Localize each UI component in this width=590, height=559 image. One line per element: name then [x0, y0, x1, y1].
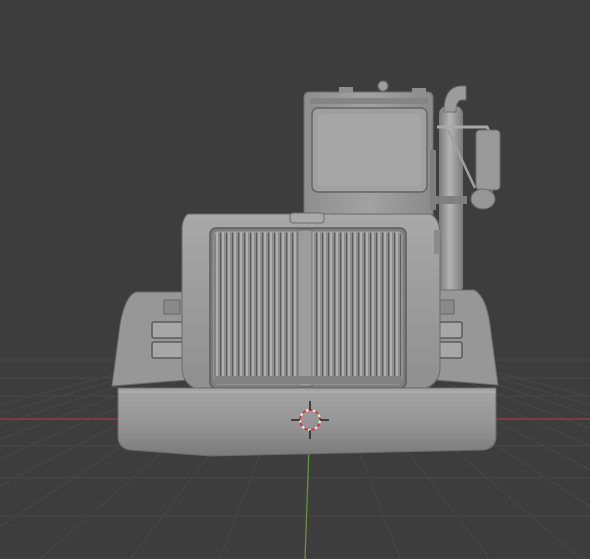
cab[interactable] [303, 80, 436, 221]
front-bumper[interactable] [117, 387, 497, 457]
3d-viewport[interactable] [0, 0, 590, 559]
radiator-grille[interactable] [209, 227, 407, 389]
viewport-canvas[interactable] [0, 0, 590, 559]
